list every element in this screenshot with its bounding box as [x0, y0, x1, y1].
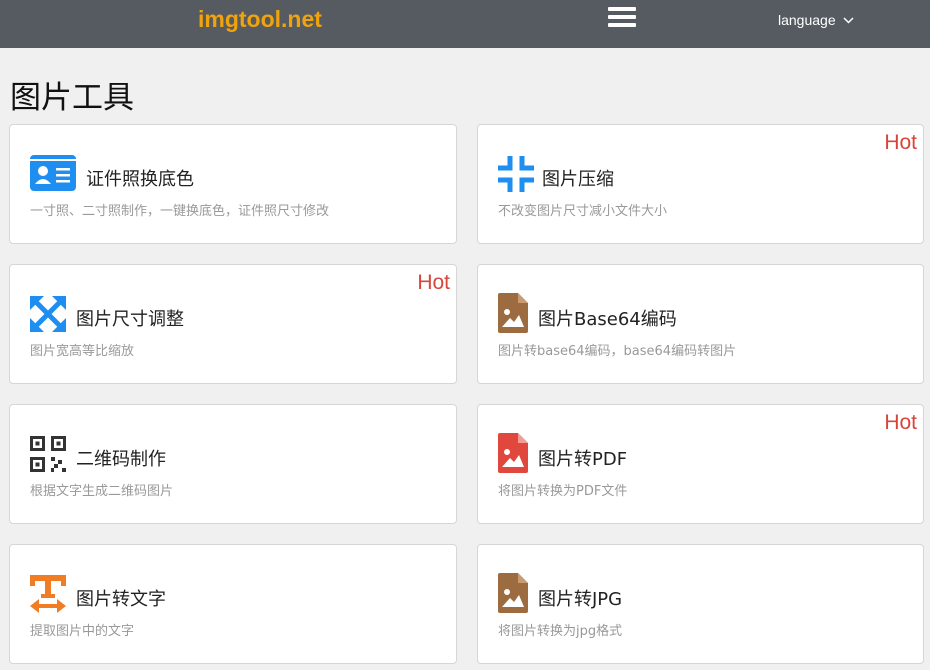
tool-description: 不改变图片尺寸减小文件大小 [498, 204, 668, 219]
tool-description: 一寸照、二寸照制作，一键换底色，证件照尺寸修改 [30, 204, 330, 219]
text-width-icon [30, 573, 76, 615]
expand-arrows-icon [30, 293, 76, 335]
tool-title: 图片转PDF [538, 449, 628, 470]
hot-badge: Hot [417, 271, 450, 294]
hamburger-menu-icon[interactable] [608, 7, 636, 31]
tool-card-id-photo[interactable]: 证件照换底色 一寸照、二寸照制作，一键换底色，证件照尺寸修改 [9, 124, 457, 244]
tool-title: 图片Base64编码 [538, 309, 677, 330]
tool-title: 图片尺寸调整 [76, 309, 184, 330]
tool-description: 图片宽高等比缩放 [30, 344, 135, 359]
chevron-down-icon [843, 16, 854, 24]
tool-description: 根据文字生成二维码图片 [30, 484, 174, 499]
tool-card-image-to-jpg[interactable]: 图片转JPG 将图片转换为jpg格式 [477, 544, 924, 664]
hot-badge: Hot [884, 131, 917, 154]
hot-badge: Hot [884, 411, 917, 434]
tool-title: 图片转文字 [76, 589, 166, 610]
tool-card-image-base64[interactable]: 图片Base64编码 图片转base64编码，base64编码转图片 [477, 264, 924, 384]
tool-card-image-to-pdf[interactable]: Hot 图片转PDF 将图片转换为PDF文件 [477, 404, 924, 524]
tool-description: 将图片转换为PDF文件 [498, 484, 628, 499]
tool-description: 图片转base64编码，base64编码转图片 [498, 344, 737, 359]
id-card-icon [30, 153, 76, 195]
tool-card-image-to-text[interactable]: 图片转文字 提取图片中的文字 [9, 544, 457, 664]
qr-code-icon [30, 433, 76, 475]
top-navbar: imgtool.net language [0, 0, 930, 48]
tool-card-qr-code[interactable]: 二维码制作 根据文字生成二维码图片 [9, 404, 457, 524]
tool-card-image-resize[interactable]: Hot 图片尺寸调整 图片宽高等比缩放 [9, 264, 457, 384]
tool-description: 提取图片中的文字 [30, 624, 135, 639]
page-title: 图片工具 [10, 80, 134, 116]
tool-title: 证件照换底色 [86, 169, 194, 190]
tool-card-image-compress[interactable]: Hot 图片压缩 不改变图片尺寸减小文件大小 [477, 124, 924, 244]
tool-title: 二维码制作 [76, 449, 166, 470]
language-label: language [778, 12, 836, 28]
compress-icon [498, 153, 544, 195]
tool-title: 图片压缩 [542, 169, 614, 190]
brand-logo-link[interactable]: imgtool.net [198, 6, 322, 33]
tool-description: 将图片转换为jpg格式 [498, 624, 623, 639]
language-dropdown[interactable]: language [778, 11, 854, 29]
tool-title: 图片转JPG [538, 589, 623, 610]
